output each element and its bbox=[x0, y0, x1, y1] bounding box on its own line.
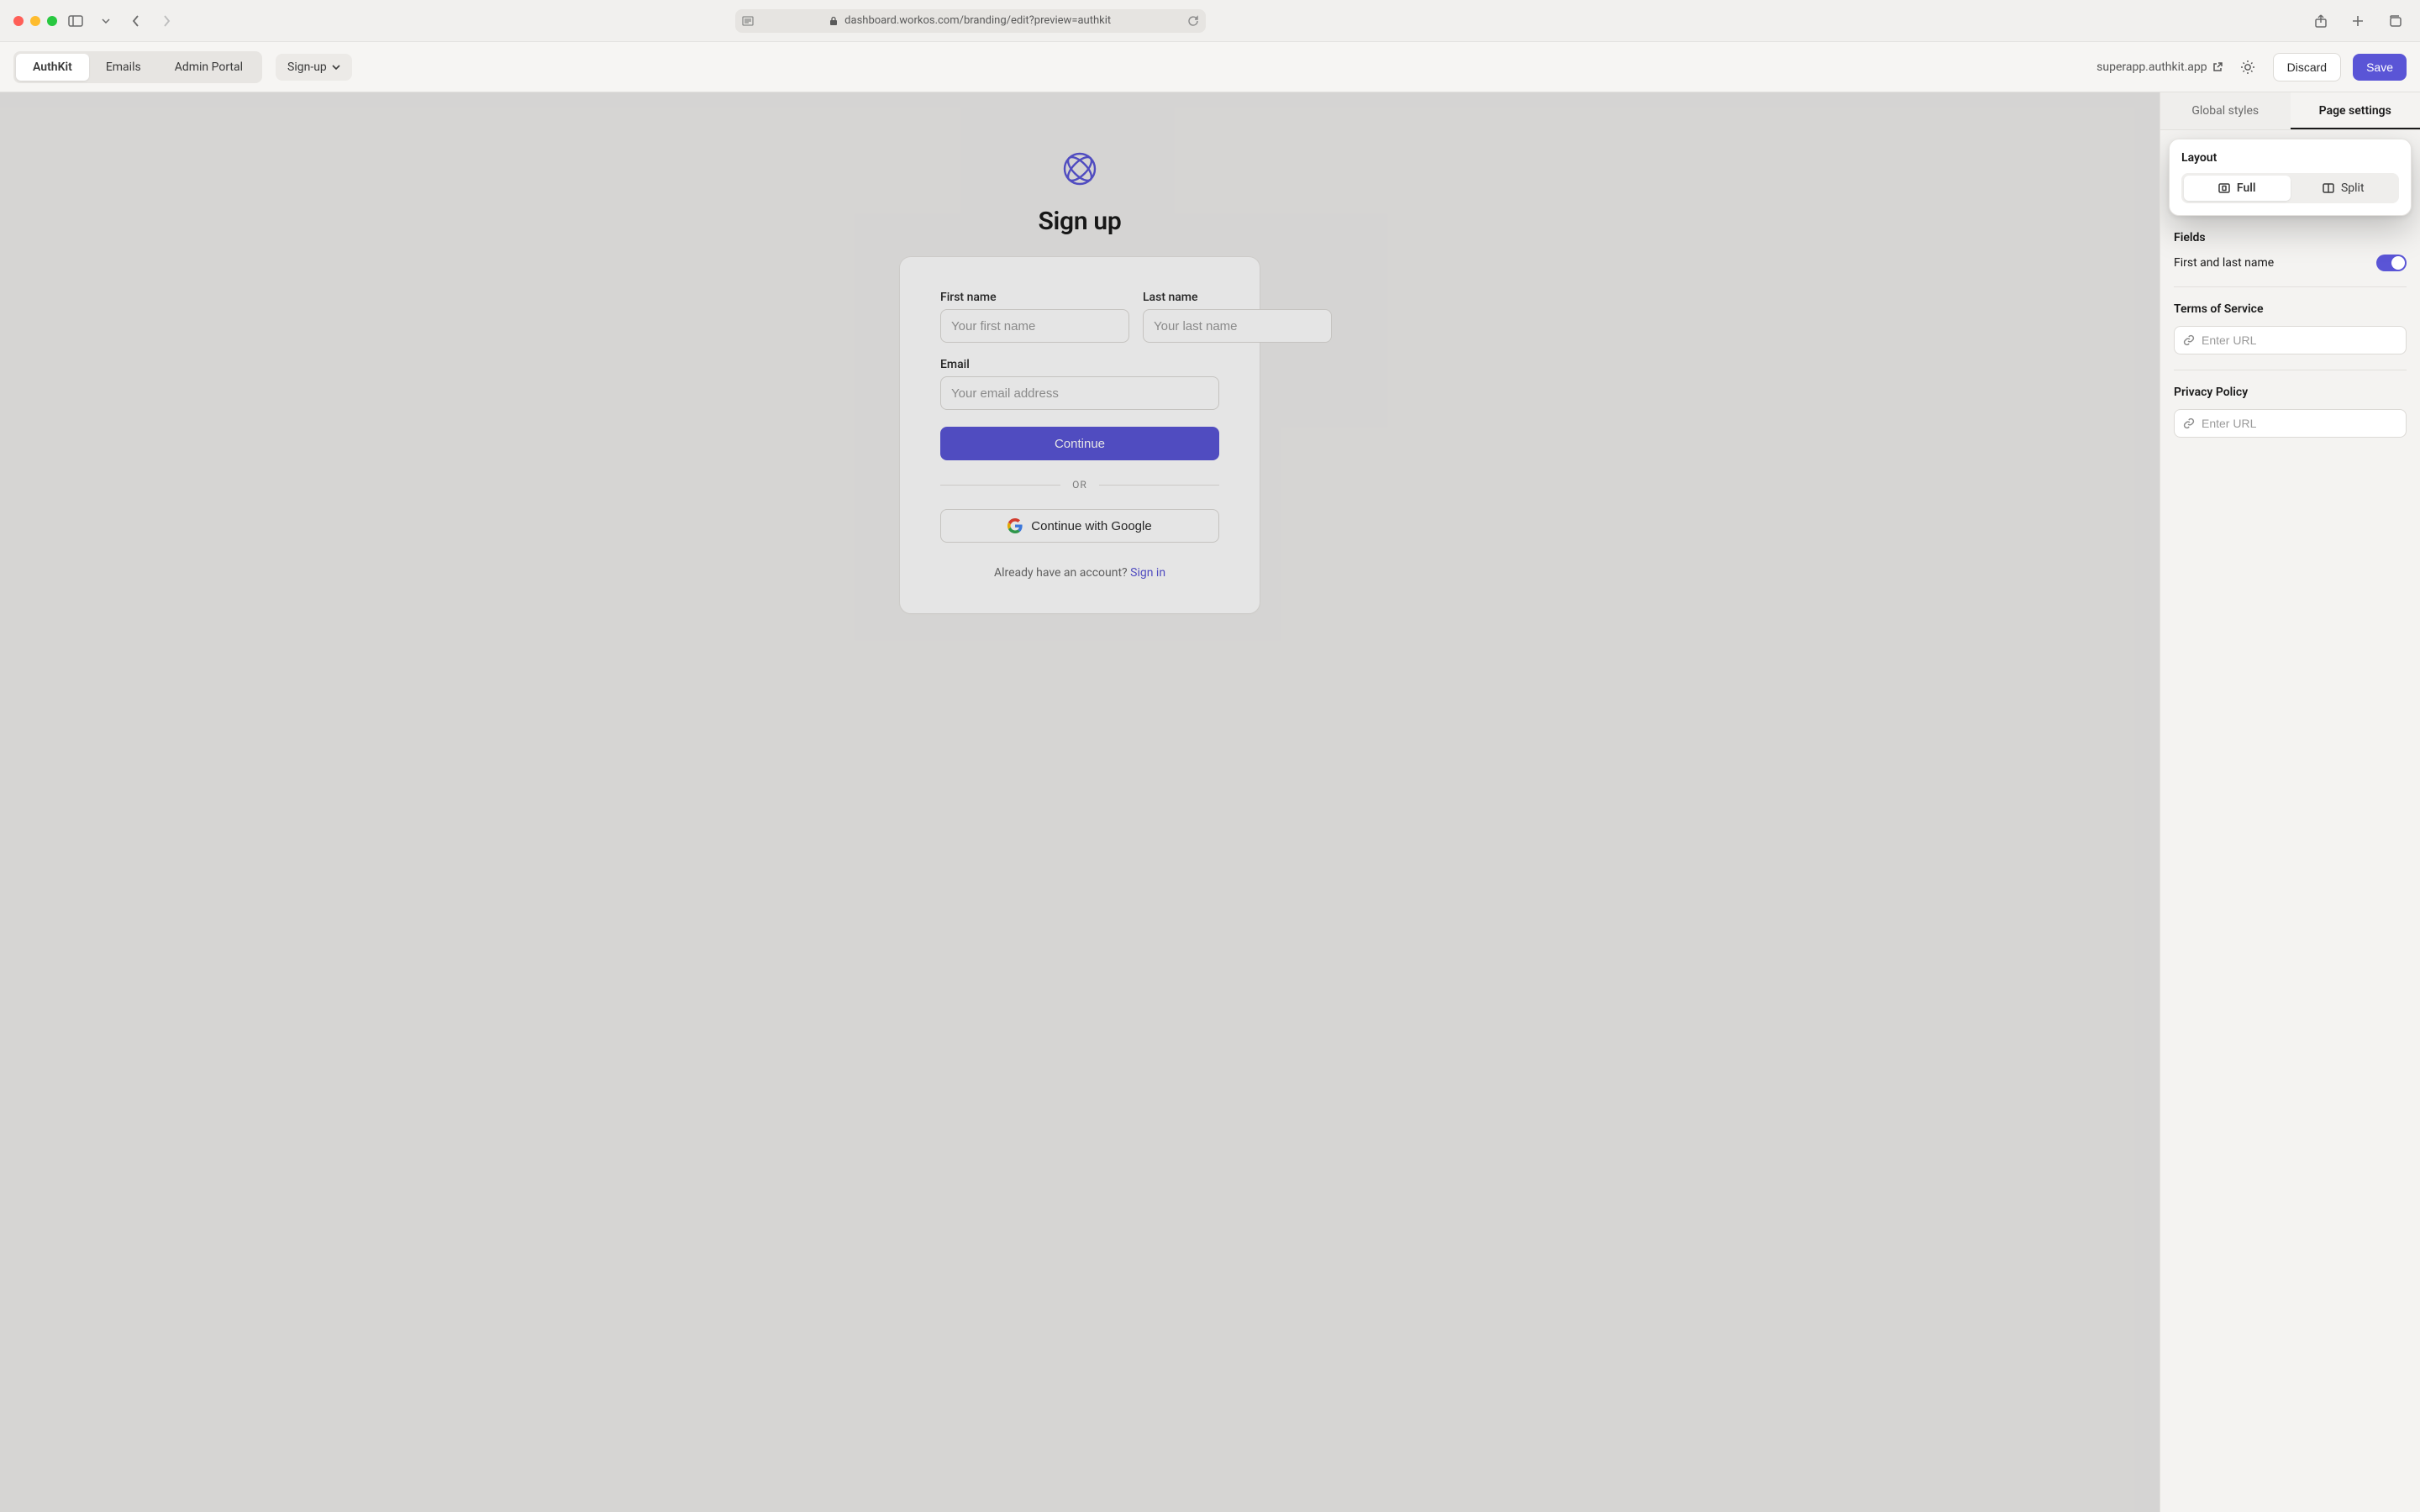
tab-page-settings[interactable]: Page settings bbox=[2291, 92, 2420, 129]
layout-split-label: Split bbox=[2341, 181, 2365, 195]
sidebar-toggle-icon[interactable] bbox=[64, 9, 87, 33]
first-last-name-label: First and last name bbox=[2174, 256, 2274, 270]
layout-full-icon bbox=[2218, 183, 2230, 193]
layout-popover: Layout Full Split bbox=[2169, 139, 2412, 216]
or-divider: OR bbox=[940, 479, 1219, 491]
new-tab-icon[interactable] bbox=[2346, 9, 2370, 33]
address-bar[interactable]: dashboard.workos.com/branding/edit?previ… bbox=[735, 9, 1206, 33]
share-icon[interactable] bbox=[2309, 9, 2333, 33]
email-input[interactable] bbox=[940, 376, 1219, 410]
brand-logo-icon bbox=[1062, 151, 1097, 186]
chevron-down-icon[interactable] bbox=[94, 9, 118, 33]
signup-card: First name Last name Email Continue OR bbox=[899, 256, 1260, 614]
tab-emails[interactable]: Emails bbox=[89, 54, 158, 81]
fields-section: Fields First and last name bbox=[2174, 216, 2407, 287]
link-icon bbox=[2183, 334, 2195, 346]
continue-with-google-button[interactable]: Continue with Google bbox=[940, 509, 1219, 543]
layout-option-full[interactable]: Full bbox=[2184, 176, 2291, 201]
preview-url-link[interactable]: superapp.authkit.app bbox=[2096, 60, 2222, 74]
tos-url-input[interactable] bbox=[2202, 333, 2397, 347]
reload-icon[interactable] bbox=[1187, 15, 1199, 27]
page-title: Sign up bbox=[1039, 207, 1122, 236]
close-window[interactable] bbox=[13, 16, 24, 26]
privacy-title: Privacy Policy bbox=[2174, 386, 2407, 399]
already-have-account: Already have an account? Sign in bbox=[940, 566, 1219, 580]
already-text: Already have an account? bbox=[994, 566, 1130, 580]
layout-full-label: Full bbox=[2237, 181, 2256, 195]
minimize-window[interactable] bbox=[30, 16, 40, 26]
settings-sidebar: Global styles Page settings Layout Full bbox=[2160, 92, 2420, 1512]
page-selector[interactable]: Sign-up bbox=[276, 54, 352, 81]
tabs-overview-icon[interactable] bbox=[2383, 9, 2407, 33]
layout-split-icon bbox=[2323, 183, 2334, 193]
tab-admin-portal[interactable]: Admin Portal bbox=[158, 54, 260, 81]
continue-button[interactable]: Continue bbox=[940, 427, 1219, 460]
link-icon bbox=[2183, 417, 2195, 429]
tab-authkit[interactable]: AuthKit bbox=[16, 54, 89, 81]
first-name-label: First name bbox=[940, 291, 1129, 304]
theme-toggle-icon[interactable] bbox=[2234, 54, 2261, 81]
tos-title: Terms of Service bbox=[2174, 302, 2407, 316]
layout-segmented-control: Full Split bbox=[2181, 173, 2399, 203]
preview-url-text: superapp.authkit.app bbox=[2096, 60, 2207, 74]
discard-button[interactable]: Discard bbox=[2273, 53, 2341, 81]
fullscreen-window[interactable] bbox=[47, 16, 57, 26]
first-last-name-toggle[interactable] bbox=[2376, 255, 2407, 271]
url-text: dashboard.workos.com/branding/edit?previ… bbox=[844, 14, 1111, 27]
app-toolbar: AuthKit Emails Admin Portal Sign-up supe… bbox=[0, 42, 2420, 92]
privacy-url-input[interactable] bbox=[2202, 417, 2397, 430]
last-name-label: Last name bbox=[1143, 291, 1332, 304]
or-text: OR bbox=[1072, 479, 1087, 491]
layout-title: Layout bbox=[2181, 151, 2399, 165]
first-name-input[interactable] bbox=[940, 309, 1129, 343]
tab-global-styles[interactable]: Global styles bbox=[2160, 92, 2291, 129]
privacy-section: Privacy Policy bbox=[2174, 370, 2407, 453]
forward-icon bbox=[155, 9, 178, 33]
canvas: Sign up First name Last name Email bbox=[0, 92, 2160, 1512]
browser-chrome: dashboard.workos.com/branding/edit?previ… bbox=[0, 0, 2420, 42]
email-label: Email bbox=[940, 358, 1219, 371]
sign-in-link[interactable]: Sign in bbox=[1130, 566, 1165, 580]
fields-title: Fields bbox=[2174, 231, 2407, 244]
last-name-input[interactable] bbox=[1143, 309, 1332, 343]
page-selector-label: Sign-up bbox=[287, 60, 327, 74]
tos-section: Terms of Service bbox=[2174, 287, 2407, 370]
google-button-label: Continue with Google bbox=[1031, 519, 1151, 533]
sidebar-tabs: Global styles Page settings bbox=[2160, 92, 2420, 130]
back-icon[interactable] bbox=[124, 9, 148, 33]
chevron-down-icon bbox=[332, 65, 340, 70]
workspace: Sign up First name Last name Email bbox=[0, 92, 2420, 1512]
layout-option-split[interactable]: Split bbox=[2291, 176, 2397, 201]
lock-icon bbox=[829, 16, 838, 26]
google-icon bbox=[1007, 518, 1023, 533]
save-button[interactable]: Save bbox=[2353, 54, 2407, 81]
window-controls bbox=[13, 16, 57, 26]
section-tabs: AuthKit Emails Admin Portal bbox=[13, 51, 262, 83]
external-link-icon bbox=[2212, 62, 2223, 72]
reader-mode-icon[interactable] bbox=[742, 16, 754, 26]
